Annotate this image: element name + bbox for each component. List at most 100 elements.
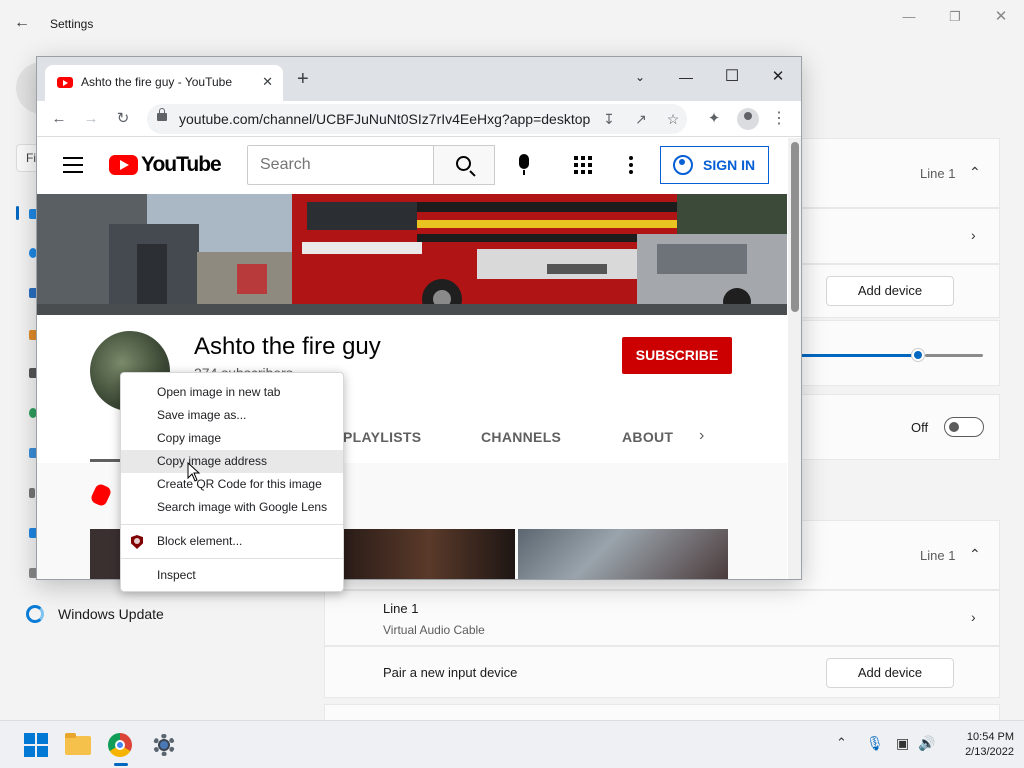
reload-icon[interactable]: ↻ (111, 107, 135, 131)
microphone-icon[interactable] (519, 154, 529, 175)
clock-date: 2/13/2022 (965, 746, 1014, 758)
sign-in-button[interactable]: SIGN IN (660, 146, 769, 184)
mono-audio-toggle[interactable] (944, 417, 984, 437)
menu-item-block-element[interactable]: Block element... (121, 530, 343, 553)
page-scrollbar[interactable] (788, 138, 801, 579)
output-device-card[interactable]: Line 1 ⌃ (800, 138, 1000, 208)
extensions-puzzle-icon[interactable]: ✦ (702, 107, 726, 131)
profile-avatar-icon[interactable] (737, 108, 759, 130)
tab-playlists[interactable]: PLAYLISTS (343, 429, 421, 445)
add-device-button[interactable]: Add device (826, 276, 954, 306)
chrome-menu-icon[interactable]: ⋮ (767, 107, 791, 131)
network-icon[interactable]: ▣ (896, 735, 909, 752)
settings-kebab-icon[interactable] (629, 156, 633, 174)
volume-slider-thumb[interactable] (911, 348, 925, 362)
microphone-icon[interactable]: 🎙 (866, 735, 884, 752)
bookmark-star-icon[interactable]: ☆ (661, 107, 685, 131)
menu-item-create-qr-code[interactable]: Create QR Code for this image (121, 473, 343, 496)
address-bar[interactable]: youtube.com/channel/UCBFJuNuNt0SIz7rIv4E… (147, 104, 687, 134)
menu-item-copy-image-address[interactable]: Copy image address (121, 450, 343, 473)
youtube-logo-icon[interactable] (109, 155, 138, 175)
pair-input-label: Pair a new input device (383, 665, 518, 680)
settings-title: Settings (50, 17, 94, 31)
menu-divider (121, 558, 343, 559)
gaming-icon[interactable] (29, 488, 35, 498)
context-menu: Open image in new tab Save image as... C… (120, 372, 344, 592)
account-icon (673, 155, 693, 175)
video-thumbnail[interactable] (518, 529, 728, 579)
settings-gear-icon[interactable] (148, 729, 180, 761)
youtube-logo-text[interactable]: YouTube (141, 153, 222, 177)
maximize-icon[interactable]: ☐ (709, 63, 755, 91)
search-input[interactable] (247, 145, 434, 185)
url-text[interactable]: youtube.com/channel/UCBFJuNuNt0SIz7rIv4E… (179, 111, 590, 127)
close-tab-icon[interactable]: ✕ (262, 74, 273, 90)
lock-icon[interactable] (157, 108, 167, 121)
volume-slider-fill (801, 354, 919, 357)
menu-item-open-image-new-tab[interactable]: Open image in new tab (121, 381, 343, 404)
youtube-masthead: YouTube SIGN IN (37, 138, 787, 194)
volume-slider-track[interactable] (925, 354, 983, 357)
input-device-subtitle: Virtual Audio Cable (383, 623, 485, 637)
mouse-cursor-icon (187, 462, 201, 482)
taskbar: ⌃ 🎙 ▣ 🔊 10:54 PM 2/13/2022 (0, 720, 1024, 768)
settings-titlebar: ← Settings — ❐ ✕ (0, 0, 1024, 48)
chevron-up-icon[interactable]: ⌃ (969, 546, 981, 563)
search-button[interactable] (433, 145, 495, 185)
pair-output-row: Add device (800, 264, 1000, 318)
sign-in-label: SIGN IN (703, 157, 756, 173)
share-icon[interactable]: ↗ (629, 107, 653, 131)
menu-item-label: Block element... (157, 534, 243, 548)
sidebar-item-windows-update[interactable]: Windows Update (26, 602, 164, 626)
chevron-right-icon: › (971, 227, 976, 243)
volume-card (800, 320, 1000, 386)
chevron-up-icon[interactable]: ⌃ (969, 164, 981, 181)
input-line-label: Line 1 (920, 548, 956, 563)
file-explorer-icon[interactable] (62, 729, 94, 761)
start-windows-icon[interactable] (20, 729, 52, 761)
install-app-icon[interactable]: ↧ (597, 107, 621, 131)
tab-channels[interactable]: CHANNELS (481, 429, 561, 445)
input-device-row[interactable]: Line 1 Virtual Audio Cable › (324, 590, 1000, 646)
tab-about[interactable]: ABOUT (622, 429, 673, 445)
browser-toolbar: ← → ↻ youtube.com/channel/UCBFJuNuNt0SIz… (37, 101, 801, 137)
volume-icon[interactable]: 🔊 (918, 735, 935, 752)
search-icon (456, 156, 471, 171)
mono-audio-card: Off (800, 394, 1000, 460)
back-arrow-icon[interactable]: ← (47, 107, 71, 131)
menu-item-save-image-as[interactable]: Save image as... (121, 404, 343, 427)
tab-search-chevron-icon[interactable]: ⌄ (617, 63, 663, 91)
close-icon[interactable]: ✕ (755, 63, 801, 91)
toggle-state-label: Off (911, 420, 929, 435)
browser-tab[interactable]: Ashto the fire guy - YouTube ✕ (45, 65, 283, 101)
chrome-icon[interactable] (104, 729, 136, 761)
channel-banner-image (37, 194, 787, 315)
chevron-right-icon[interactable]: › (699, 427, 704, 445)
tab-title: Ashto the fire guy - YouTube (81, 75, 232, 89)
menu-divider (121, 524, 343, 525)
tray-chevron-up-icon[interactable]: ⌃ (836, 735, 847, 751)
apps-grid-icon[interactable] (574, 156, 592, 174)
hamburger-menu-icon[interactable] (63, 157, 83, 173)
video-thumbnail[interactable] (90, 529, 120, 579)
back-arrow-icon[interactable]: ← (14, 14, 34, 34)
video-thumbnail[interactable] (343, 529, 515, 579)
output-device-row[interactable]: › (800, 208, 1000, 264)
new-tab-icon[interactable]: + (297, 69, 309, 89)
minimize-icon[interactable]: — (663, 63, 709, 91)
menu-item-search-google-lens[interactable]: Search image with Google Lens (121, 496, 343, 519)
system-clock[interactable]: 10:54 PM 2/13/2022 (944, 730, 1014, 760)
subscribe-button[interactable]: SUBSCRIBE (622, 337, 732, 374)
scrollbar-thumb[interactable] (791, 142, 799, 312)
windows-update-icon (26, 605, 44, 623)
add-device-button[interactable]: Add device (826, 658, 954, 688)
menu-item-copy-image[interactable]: Copy image (121, 427, 343, 450)
channel-name: Ashto the fire guy (194, 333, 381, 360)
minimize-icon[interactable]: — (886, 6, 932, 28)
menu-item-inspect[interactable]: Inspect (121, 564, 343, 587)
close-icon[interactable]: ✕ (978, 6, 1024, 28)
active-app-indicator (114, 763, 128, 766)
forward-arrow-icon[interactable]: → (79, 107, 103, 131)
chevron-right-icon: › (971, 609, 976, 625)
restore-icon[interactable]: ❐ (932, 6, 978, 28)
